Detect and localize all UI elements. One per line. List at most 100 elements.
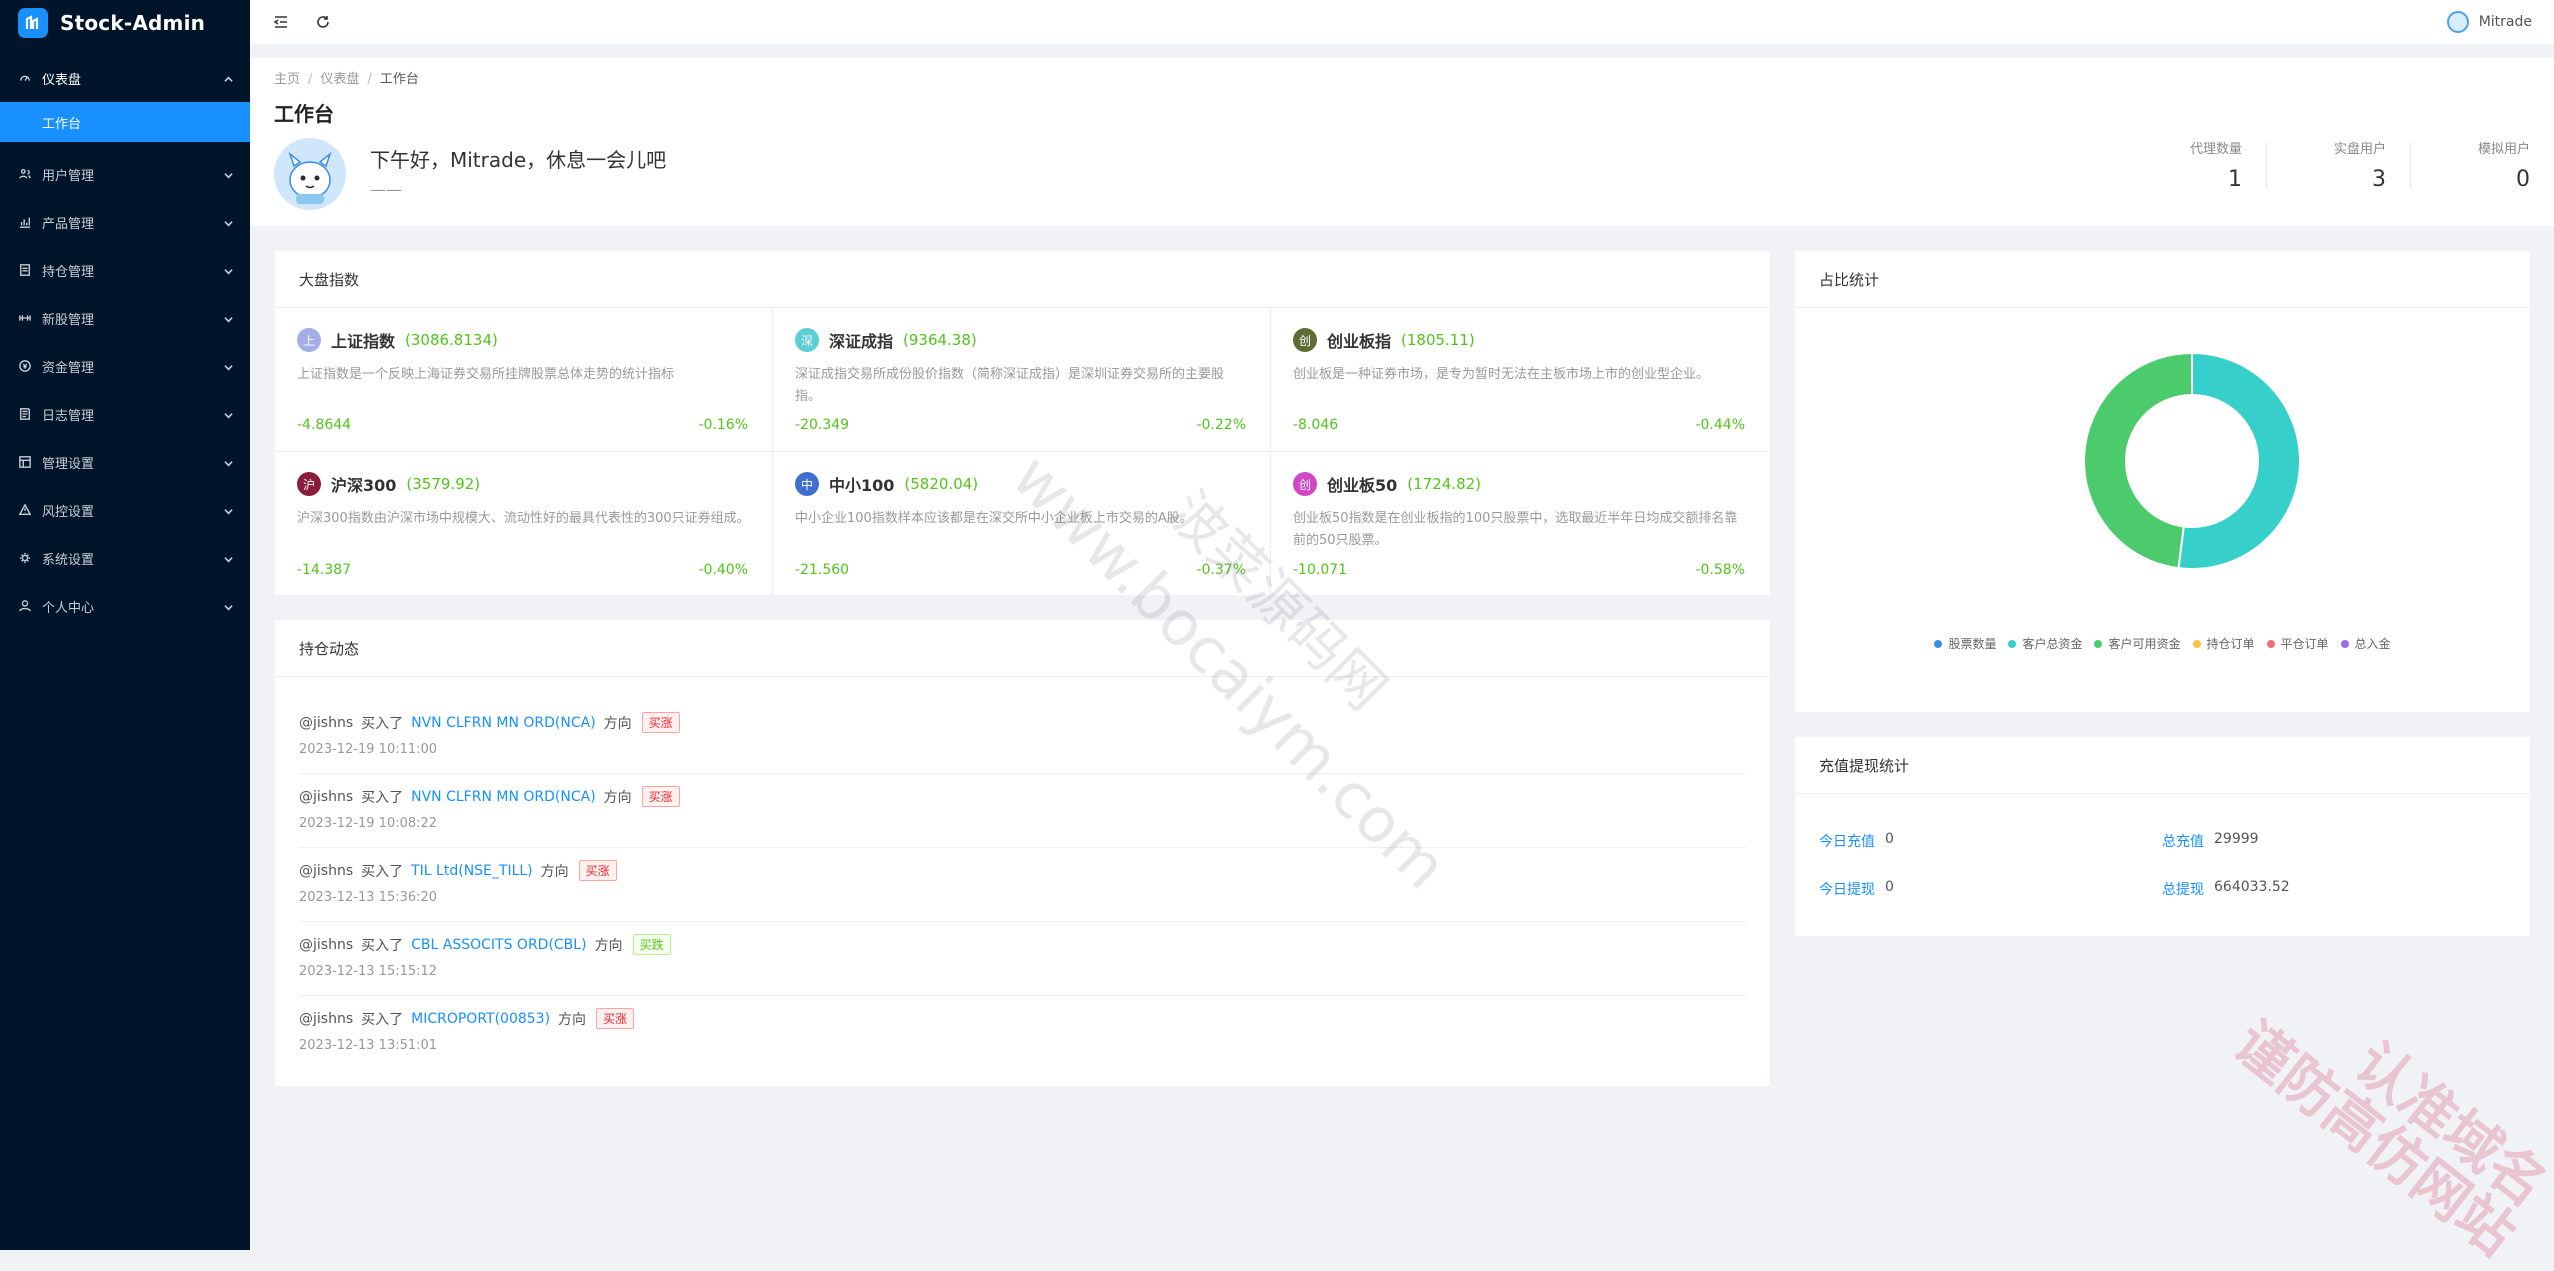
dashboard-icon [18, 71, 32, 85]
user-name: Mitrade [2478, 14, 2532, 30]
index-cell[interactable]: 创创业板指 (1805.11) 创业板是一种证券市场，是专为暂时无法在主板市场上市的… [1271, 308, 1769, 452]
sidebar-item-risk[interactable]: 风控设置 [0, 486, 250, 534]
sidebar-item-chart[interactable]: 产品管理 [0, 198, 250, 246]
index-value: (3086.8134) [405, 331, 498, 349]
finance-label[interactable]: 总充值 [2162, 831, 2204, 851]
donut-chart [2083, 351, 2301, 570]
sidebar-subitem-workbench[interactable]: 工作台 [0, 102, 250, 142]
legend-item[interactable]: 持仓订单 [2192, 635, 2255, 652]
sidebar-item-position[interactable]: 持仓管理 [0, 246, 250, 294]
stat-demo-users: 模拟用户 0 [2410, 138, 2554, 192]
index-value: (5820.04) [904, 475, 979, 493]
legend-label: 客户可用资金 [2108, 637, 2181, 651]
index-cell[interactable]: 沪沪深300 (3579.92) 沪深300指数由沪深市场中规模大、流动性好的最具代… [275, 452, 773, 596]
user-menu[interactable]: Mitrade [2446, 0, 2532, 44]
chevron-down-icon [224, 553, 233, 563]
index-head: 中中小100 (5820.04) [795, 472, 978, 496]
legend-item[interactable]: 股票数量 [1934, 635, 1996, 652]
finance-total-withdraw: 总提现 664033.52 [2162, 879, 2290, 899]
legend-marker [2192, 639, 2201, 648]
chevron-down-icon [224, 217, 233, 227]
sidebar-item-person[interactable]: 个人中心 [0, 582, 250, 630]
index-head: 创创业板50 (1724.82) [1293, 472, 1481, 496]
chevron-down-icon [224, 361, 233, 371]
user-avatar [2446, 11, 2469, 33]
breadcrumb-dashboard[interactable]: 仪表盘 [320, 72, 359, 87]
sidebar-item-label: 管理设置 [42, 456, 95, 472]
app-title: Stock-Admin [60, 11, 206, 35]
index-percent: -0.40% [698, 562, 748, 578]
finance-label[interactable]: 今日充值 [1819, 831, 1875, 851]
finance-value: 29999 [2214, 831, 2259, 847]
index-cell[interactable]: 创创业板50 (1724.82) 创业板50指数是在创业板指的100只股票中，选取最… [1271, 452, 1769, 596]
index-name: 沪深300 [331, 476, 397, 495]
legend-label: 持仓订单 [2206, 637, 2255, 651]
index-badge: 创 [1293, 472, 1317, 496]
position-stock-link[interactable]: NVN CLFRN MN ORD(NCA) [411, 715, 596, 731]
sidebar-item-ipo[interactable]: 新股管理 [0, 294, 250, 342]
legend-item[interactable]: 平仓订单 [2266, 635, 2329, 652]
logo[interactable]: Stock-Admin [0, 0, 250, 46]
stat-agents: 代理数量 1 [2122, 138, 2266, 192]
sidebar-item-admin-settings[interactable]: 管理设置 [0, 438, 250, 486]
index-description: 创业板是一种证券市场，是专为暂时无法在主板市场上市的创业型企业。 [1293, 367, 1710, 382]
breadcrumb-home[interactable]: 主页 [274, 72, 300, 87]
admin-settings-icon [18, 455, 32, 469]
index-value: (1805.11) [1401, 331, 1475, 349]
finance-value: 664033.52 [2214, 879, 2290, 895]
chevron-down-icon [224, 457, 233, 467]
position-direction-tag: 买涨 [641, 786, 680, 807]
position-stock-link[interactable]: NVN CLFRN MN ORD(NCA) [411, 789, 596, 805]
donut-slice-2[interactable] [2083, 351, 2193, 570]
index-cell[interactable]: 上上证指数 (3086.8134) 上证指数是一个反映上海证券交易所挂牌股票总体走势… [275, 308, 773, 452]
legend-label: 客户总资金 [2022, 637, 2083, 651]
stat-value: 3 [2372, 167, 2386, 192]
sidebar-item-gear[interactable]: 系统设置 [0, 534, 250, 582]
refresh-icon[interactable] [314, 13, 332, 31]
index-change: -14.387 [297, 562, 352, 578]
stat-value: 1 [2228, 167, 2242, 192]
position-action: 买入了 [361, 937, 404, 954]
sidebar-item-users[interactable]: 用户管理 [0, 150, 250, 198]
position-line: @jishns 买入了 CBL ASSOCITS ORD(CBL) 方向 买跌 [299, 934, 671, 955]
sidebar-item-log[interactable]: 日志管理 [0, 390, 250, 438]
position-stock-link[interactable]: CBL ASSOCITS ORD(CBL) [411, 937, 586, 953]
position-user: @jishns [299, 1010, 354, 1027]
legend-item[interactable]: 总入金 [2340, 635, 2391, 652]
donut-slice-1[interactable] [2177, 351, 2301, 570]
legend-item[interactable]: 客户可用资金 [2094, 635, 2181, 652]
index-value: (9364.38) [903, 331, 977, 349]
index-head: 深深证成指 (9364.38) [795, 328, 977, 352]
user-avatar-large [274, 138, 346, 210]
sidebar-item-funds[interactable]: 资金管理 [0, 342, 250, 390]
legend-marker [2008, 639, 2017, 648]
top-header: Mitrade [250, 0, 2554, 44]
index-change: -4.8644 [297, 417, 352, 433]
sidebar-item-dashboard[interactable]: 仪表盘 [0, 54, 250, 102]
legend-marker [1934, 639, 1943, 648]
position-user: @jishns [299, 862, 354, 879]
index-name: 创业板50 [1327, 476, 1398, 495]
index-percent: -0.44% [1695, 417, 1745, 433]
menu-fold-icon[interactable] [272, 13, 290, 31]
finance-label[interactable]: 今日提现 [1819, 879, 1875, 899]
card-title: 持仓动态 [275, 620, 1770, 677]
finance-today-deposit: 今日充值 0 [1819, 831, 1894, 851]
position-user: @jishns [299, 936, 354, 953]
chevron-down-icon [224, 505, 233, 515]
chart-icon [18, 215, 32, 229]
index-name: 创业板指 [1327, 332, 1392, 351]
position-line: @jishns 买入了 TIL Ltd(NSE_TILL) 方向 买涨 [299, 860, 617, 881]
chevron-down-icon [224, 313, 233, 323]
position-stock-link[interactable]: MICROPORT(00853) [411, 1011, 550, 1027]
index-value: (3579.92) [406, 475, 481, 493]
legend-item[interactable]: 客户总资金 [2008, 635, 2082, 652]
index-description: 上证指数是一个反映上海证券交易所挂牌股票总体走势的统计指标 [297, 367, 675, 382]
greeting-subtext: —— [370, 180, 402, 199]
stat-value: 0 [2516, 167, 2530, 192]
index-cell[interactable]: 深深证成指 (9364.38) 深证成指交易所成份股价指数（简称深证成指）是深圳证券… [773, 308, 1271, 452]
position-activity-card: 持仓动态 @jishns 买入了 NVN CLFRN MN ORD(NCA) 方向 买涨… [275, 620, 1770, 1086]
finance-label[interactable]: 总提现 [2162, 879, 2204, 899]
position-stock-link[interactable]: TIL Ltd(NSE_TILL) [411, 863, 533, 879]
index-badge: 上 [297, 328, 321, 352]
